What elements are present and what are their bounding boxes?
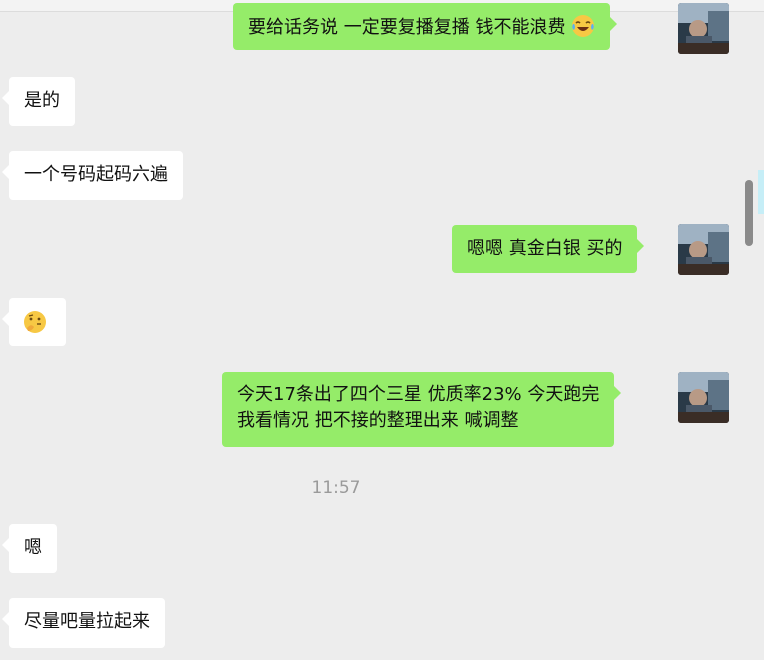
avatar-photo-icon [678,3,729,54]
message-timestamp: 11:57 [311,478,361,498]
thinking-face-emoji-icon [24,311,46,333]
avatar-photo-icon [678,224,729,275]
message-text: 要给话务说 一定要复播复播 钱不能浪费 [248,17,566,38]
message-text: 嗯 [24,537,42,558]
message-text-line: 我看情况 把不接的整理出来 喊调整 [237,410,519,431]
message-bubble-incoming[interactable]: 尽量吧量拉起来 [2,598,165,648]
message-text-line: 今天17条出了四个三星 优质率23% 今天跑完 [237,384,600,405]
message-bubble-incoming[interactable] [2,298,66,346]
message-bubble-outgoing[interactable]: 要给话务说 一定要复播复播 钱不能浪费 [233,3,618,50]
message-bubble-incoming[interactable]: 嗯 [2,524,57,573]
message-text: 是的 [24,90,60,111]
my-avatar[interactable] [678,3,729,54]
message-text: 一个号码起码六遍 [24,164,168,185]
message-text: 嗯嗯 真金白银 买的 [467,238,623,259]
message-text: 尽量吧量拉起来 [24,611,150,632]
laughing-tears-emoji-icon [572,15,595,37]
my-avatar[interactable] [678,224,729,275]
avatar-photo-icon [678,372,729,423]
message-bubble-outgoing[interactable]: 今天17条出了四个三星 优质率23% 今天跑完 我看情况 把不接的整理出来 喊调… [222,372,622,447]
chat-scrollbar-thumb[interactable] [745,180,753,246]
message-bubble-outgoing[interactable]: 嗯嗯 真金白银 买的 [452,225,645,273]
chat-scrollbar-track[interactable] [744,12,755,660]
message-bubble-incoming[interactable]: 一个号码起码六遍 [2,151,183,200]
my-avatar[interactable] [678,372,729,423]
window-edge-strip [758,170,764,214]
message-bubble-incoming[interactable]: 是的 [2,77,75,126]
